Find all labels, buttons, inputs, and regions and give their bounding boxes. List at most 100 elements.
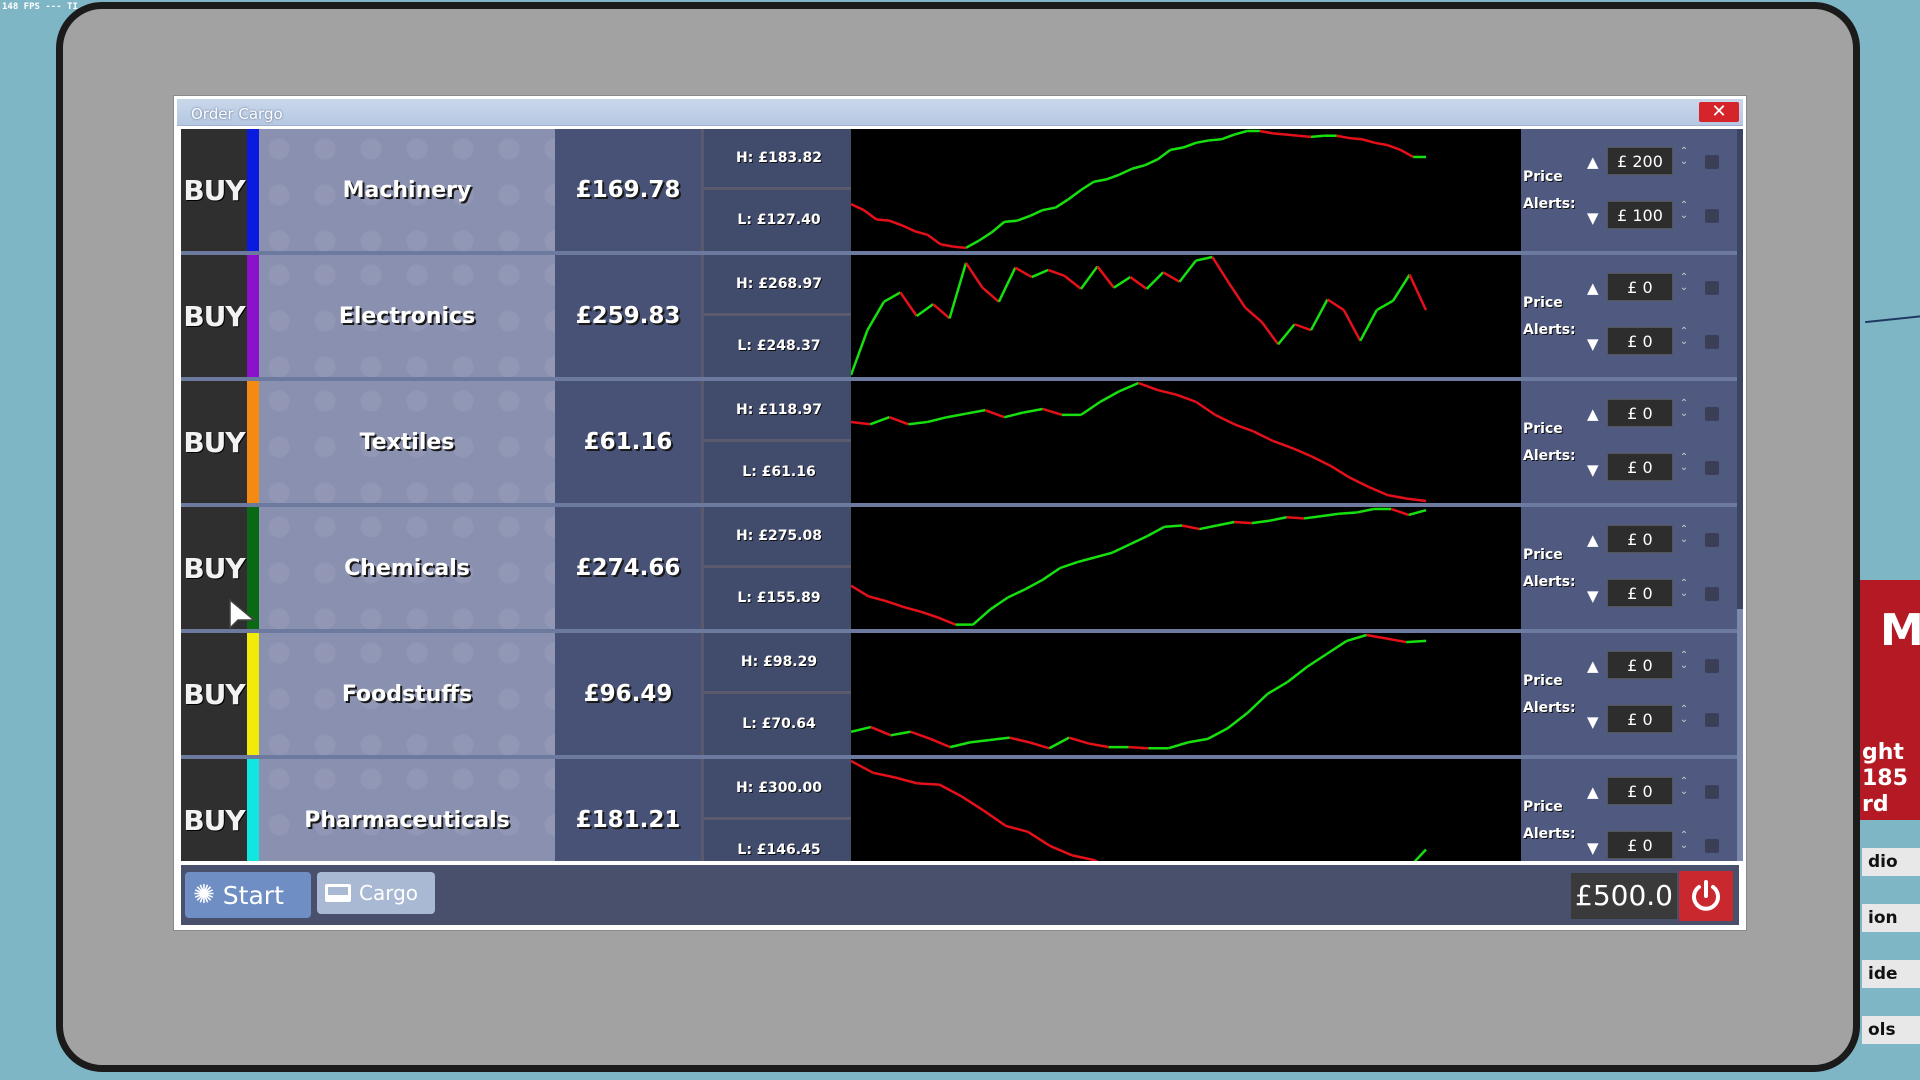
price-line-segment: [1088, 742, 1109, 749]
alert-high-spinner[interactable]: ⌃ ⌄: [1677, 777, 1691, 797]
background-menu-item[interactable]: ion: [1862, 904, 1920, 932]
close-button[interactable]: ✕: [1699, 102, 1739, 122]
alert-low-spinner[interactable]: ⌃ ⌄: [1677, 831, 1691, 851]
background-menu-item[interactable]: ols: [1862, 1016, 1920, 1044]
alert-up-arrow-icon: ▲: [1587, 783, 1599, 801]
price-line-segment: [1167, 741, 1189, 750]
alert-high-input[interactable]: £ 0: [1607, 651, 1673, 679]
order-cargo-window: Order Cargo ✕ BUY Machinery £169.78 H: £…: [174, 96, 1746, 930]
price-line-segment: [997, 267, 1017, 303]
buy-button[interactable]: BUY: [181, 759, 247, 861]
cargo-taskbar-button[interactable]: Cargo: [317, 872, 435, 914]
price-graph-svg: [849, 255, 1428, 376]
cargo-color-stripe: [247, 381, 259, 503]
price-line-segment: [1221, 133, 1235, 141]
price-line-segment: [1080, 400, 1101, 416]
price-line-segment: [929, 737, 951, 749]
alert-low-input[interactable]: £ 0: [1607, 705, 1673, 733]
price-line-segment: [1181, 524, 1200, 531]
window-titlebar[interactable]: Order Cargo ✕: [177, 99, 1743, 126]
price-low: L: £155.89: [737, 590, 821, 606]
price-high: H: £98.29: [704, 633, 854, 694]
price-line-segment: [1208, 138, 1222, 142]
price-line-segment: [1321, 512, 1340, 518]
alert-low-checkbox[interactable]: [1705, 461, 1719, 475]
price-low: L: £61.16: [742, 464, 816, 480]
alert-high-checkbox[interactable]: [1705, 785, 1719, 799]
price-line-segment: [1077, 556, 1096, 564]
price-line-segment: [978, 231, 993, 242]
background-menu-item[interactable]: dio: [1862, 848, 1920, 876]
alert-high-spinner[interactable]: ⌃ ⌄: [1677, 399, 1691, 419]
price-graph-svg: [850, 381, 1427, 503]
alert-high-input[interactable]: £ 0: [1607, 777, 1673, 805]
alert-high-spinner[interactable]: ⌃ ⌄: [1677, 273, 1691, 293]
background-sign-letter: M: [1880, 605, 1920, 656]
alert-high-input[interactable]: £ 0: [1607, 525, 1673, 553]
price-line-segment: [1252, 430, 1274, 442]
price-line-segment: [927, 416, 948, 424]
background-cable: [1865, 314, 1920, 324]
background-sign-line-1: ght: [1862, 740, 1904, 765]
price-graph-svg: [850, 633, 1427, 750]
alert-low-spinner[interactable]: ⌃ ⌄: [1677, 705, 1691, 725]
buy-button[interactable]: BUY: [181, 633, 247, 755]
power-icon: [1692, 880, 1720, 911]
price-line-segment: [1329, 464, 1350, 479]
price-line-segment: [1023, 407, 1043, 414]
alert-low-checkbox[interactable]: [1705, 713, 1719, 727]
alert-high-spinner[interactable]: ⌃ ⌄: [1677, 147, 1691, 167]
alert-low-input[interactable]: £ 0: [1607, 327, 1673, 355]
scrollbar-thumb[interactable]: [1737, 129, 1743, 609]
alert-low-checkbox[interactable]: [1705, 587, 1719, 601]
price-line-segment: [1129, 276, 1148, 290]
alert-high-checkbox[interactable]: [1705, 155, 1719, 169]
alert-high-checkbox[interactable]: [1705, 533, 1719, 547]
alert-low-spinner[interactable]: ⌃ ⌄: [1677, 201, 1691, 221]
power-button[interactable]: [1679, 871, 1733, 921]
price-line-segment: [1348, 476, 1370, 488]
price-line-segment: [1157, 388, 1178, 397]
cargo-list[interactable]: BUY Machinery £169.78 H: £183.82 L: £127…: [181, 129, 1739, 861]
price-line-segment: [1004, 219, 1018, 224]
cargo-price: £259.83: [555, 255, 701, 377]
background-menu-item[interactable]: ide: [1862, 960, 1920, 988]
alert-high-input[interactable]: £ 200: [1607, 147, 1673, 175]
alert-high-spinner[interactable]: ⌃ ⌄: [1677, 651, 1691, 671]
alert-low-input[interactable]: £ 0: [1607, 831, 1673, 859]
price-line-segment: [1326, 298, 1345, 312]
price-range: H: £183.82 L: £127.40: [701, 129, 854, 251]
price-line-segment: [1170, 146, 1184, 152]
alert-high-input[interactable]: £ 0: [1607, 273, 1673, 301]
buy-button[interactable]: BUY: [181, 129, 247, 251]
cargo-icon: [325, 884, 351, 902]
price-line-segment: [917, 782, 940, 786]
price-line-segment: [1361, 138, 1376, 145]
alert-low-checkbox[interactable]: [1705, 209, 1719, 223]
alert-down-arrow-icon: ▼: [1587, 713, 1599, 731]
price-line-segment: [1009, 736, 1030, 744]
alert-low-checkbox[interactable]: [1705, 839, 1719, 853]
alert-low-input[interactable]: £ 100: [1607, 201, 1673, 229]
alert-low-input[interactable]: £ 0: [1607, 579, 1673, 607]
price-line-segment: [1298, 134, 1312, 139]
alert-low-spinner[interactable]: ⌃ ⌄: [1677, 453, 1691, 473]
price-line-segment: [1306, 652, 1328, 668]
buy-button[interactable]: BUY: [181, 381, 247, 503]
price-line-segment: [984, 408, 1005, 419]
price-line-segment: [989, 736, 1010, 742]
start-button[interactable]: ✺ Start: [185, 872, 311, 918]
alert-high-checkbox[interactable]: [1705, 281, 1719, 295]
price-line-segment: [1408, 274, 1428, 311]
alert-high-input[interactable]: £ 0: [1607, 399, 1673, 427]
alert-high-checkbox[interactable]: [1705, 659, 1719, 673]
price-line-segment: [1093, 859, 1099, 861]
alert-low-spinner[interactable]: ⌃ ⌄: [1677, 579, 1691, 599]
alert-high-spinner[interactable]: ⌃ ⌄: [1677, 525, 1691, 545]
alert-low-spinner[interactable]: ⌃ ⌄: [1677, 327, 1691, 347]
alert-low-checkbox[interactable]: [1705, 335, 1719, 349]
alert-low-input[interactable]: £ 0: [1607, 453, 1673, 481]
buy-button[interactable]: BUY: [181, 255, 247, 377]
alert-high-checkbox[interactable]: [1705, 407, 1719, 421]
price-range: H: £268.97 L: £248.37: [701, 255, 854, 377]
